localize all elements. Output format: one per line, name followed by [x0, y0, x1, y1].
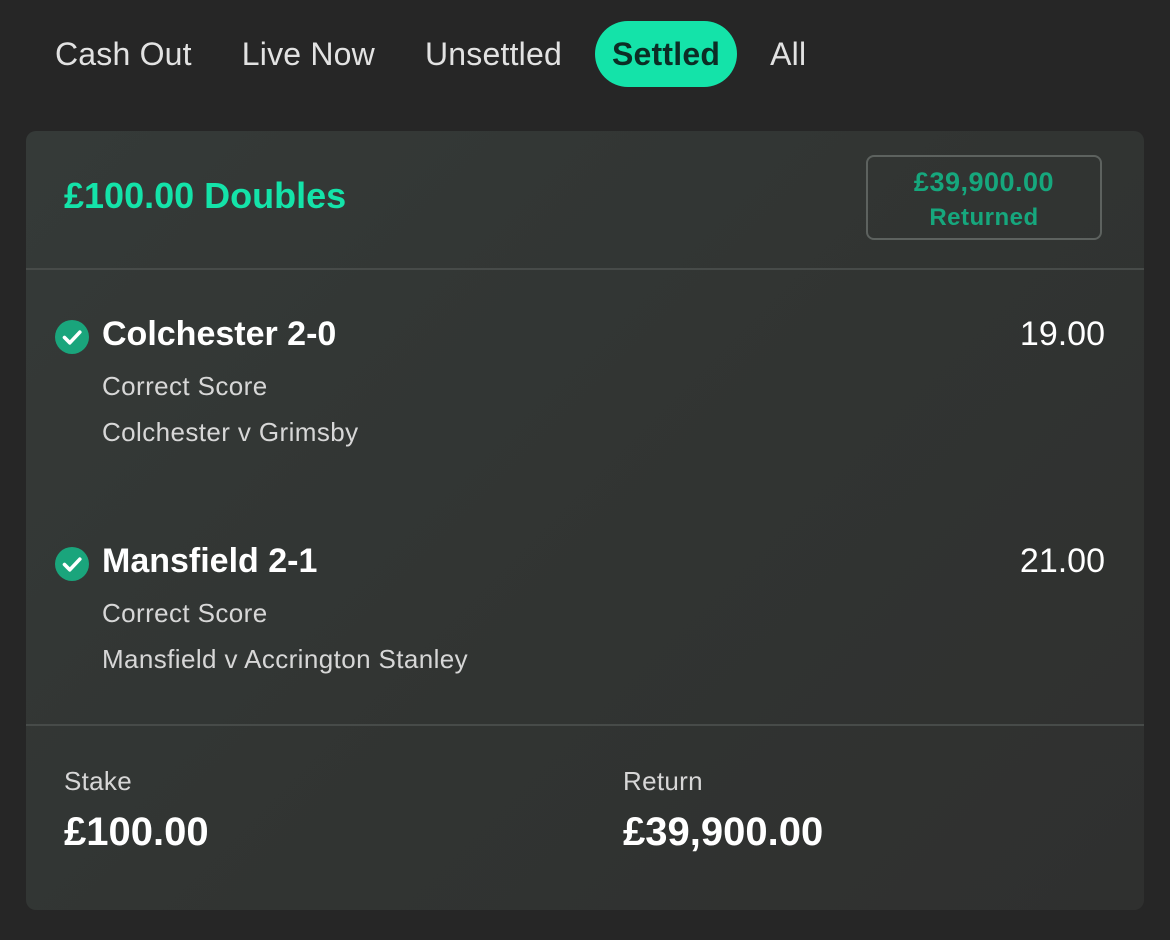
returned-badge: £39,900.00 Returned	[866, 155, 1102, 240]
selection-odds: 21.00	[1019, 542, 1105, 580]
returned-amount: £39,900.00	[913, 167, 1055, 197]
selection-odds: 19.00	[1019, 315, 1105, 353]
check-circle-icon	[55, 547, 89, 581]
tab-unsettled[interactable]: Unsettled	[400, 21, 587, 87]
selection-event: Colchester v Grimsby	[102, 417, 359, 447]
bet-summary: Stake £100.00 Return £39,900.00	[26, 724, 1144, 910]
bet-filter-tabs: Cash Out Live Now Unsettled Settled All	[30, 21, 831, 87]
bet-title: £100.00 Doubles	[64, 175, 347, 216]
selection-name: Mansfield 2-1	[102, 542, 318, 580]
tab-live-now[interactable]: Live Now	[217, 21, 400, 87]
bet-card-header: £100.00 Doubles £39,900.00 Returned	[26, 131, 1144, 270]
selection-event: Mansfield v Accrington Stanley	[102, 644, 469, 674]
returned-label: Returned	[929, 204, 1039, 231]
stake-value: £100.00	[64, 810, 209, 854]
selection-market: Correct Score	[102, 598, 268, 628]
tab-cash-out[interactable]: Cash Out	[30, 21, 217, 87]
selection-name: Colchester 2-0	[102, 315, 337, 353]
selection-market: Correct Score	[102, 371, 268, 401]
stake-label: Stake	[64, 766, 132, 796]
return-label: Return	[623, 766, 703, 796]
check-circle-icon	[55, 320, 89, 354]
bet-card[interactable]: £100.00 Doubles £39,900.00 Returned Colc…	[26, 131, 1144, 910]
tab-settled[interactable]: Settled	[595, 21, 738, 87]
tab-all[interactable]: All	[745, 21, 831, 87]
return-value: £39,900.00	[623, 810, 824, 854]
